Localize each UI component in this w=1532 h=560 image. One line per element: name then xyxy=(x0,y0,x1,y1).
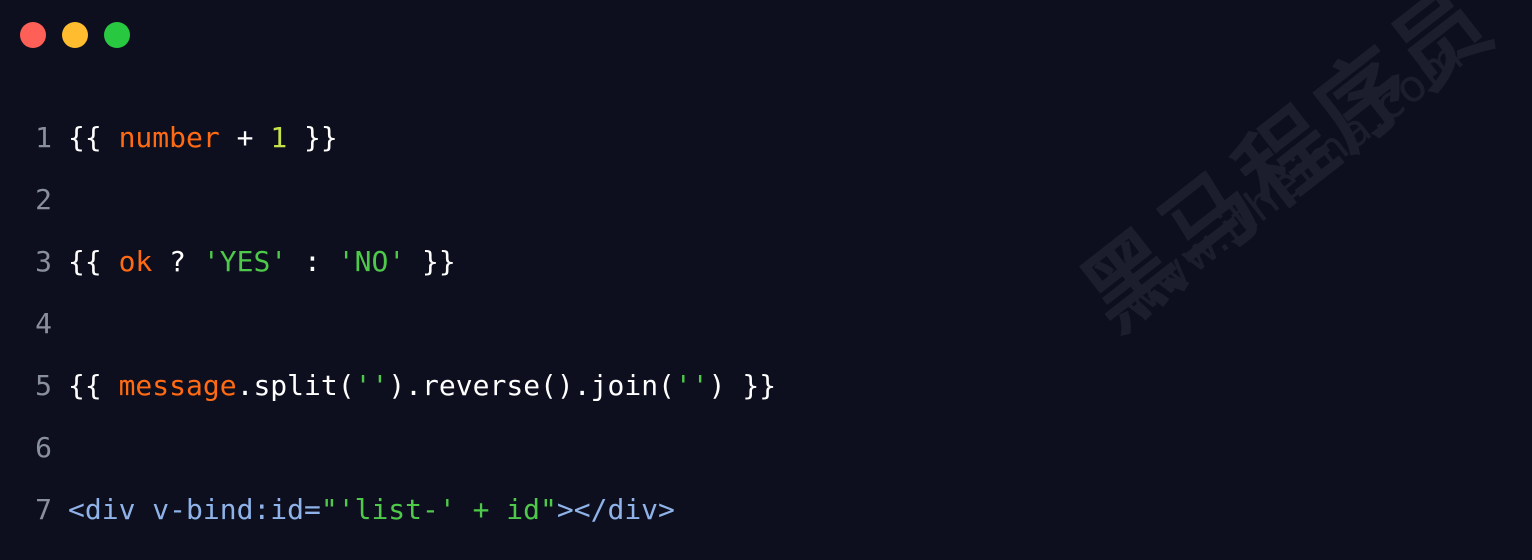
code-line: 5{{ message .split('').reverse().join('')… xyxy=(0,354,776,416)
code-line: 3 {{ ok ? 'YES' : 'NO' }} xyxy=(0,230,776,292)
code-block: 1 {{ number + 1 }} 2 3 {{ ok ? 'YES' : 'NO' … xyxy=(0,106,776,540)
code-token: "'list-' + id" xyxy=(320,492,557,526)
watermark: 黑马程序员 www.itheima.com xyxy=(820,0,1532,520)
code-token: ok xyxy=(118,244,153,278)
code-token: ) }} xyxy=(708,368,777,402)
code-token: <div v-bind:id= xyxy=(68,492,321,526)
watermark-url-text: www.itheima.com xyxy=(1110,29,1475,331)
code-line: 7 <div v-bind:id= "'list-' + id" ></div> xyxy=(0,478,776,540)
code-token: }} xyxy=(287,120,338,154)
code-token: }} xyxy=(405,244,456,278)
code-token: .split( xyxy=(236,368,355,402)
code-token: {{ xyxy=(68,368,119,402)
line-number: 3 xyxy=(35,244,52,278)
code-token: ></div> xyxy=(556,492,675,526)
close-button[interactable] xyxy=(20,22,46,48)
line-number: 6 xyxy=(35,430,52,464)
code-token: '' xyxy=(674,368,709,402)
code-token: message xyxy=(118,368,237,402)
code-token: 'NO' xyxy=(337,244,406,278)
code-token: '' xyxy=(354,368,389,402)
line-number: 4 xyxy=(35,306,52,340)
code-token: + xyxy=(219,120,271,154)
code-token: ? xyxy=(152,244,203,278)
code-token: number xyxy=(118,120,220,154)
line-number: 5 xyxy=(35,368,52,402)
code-token: ).reverse().join( xyxy=(388,368,675,402)
code-line: 4 xyxy=(0,292,776,354)
watermark-chinese-text: 黑马程序员 xyxy=(1062,0,1515,351)
code-token: 1 xyxy=(270,120,288,154)
line-number: 7 xyxy=(35,492,52,526)
line-number: 2 xyxy=(35,182,52,216)
code-token: : xyxy=(287,244,338,278)
code-line: 6 xyxy=(0,416,776,478)
code-line: 1 {{ number + 1 }} xyxy=(0,106,776,168)
code-line: 2 xyxy=(0,168,776,230)
window-controls xyxy=(20,22,130,48)
code-token: {{ xyxy=(68,120,119,154)
maximize-button[interactable] xyxy=(104,22,130,48)
code-token: {{ xyxy=(68,244,119,278)
code-window: 黑马程序员 www.itheima.com 1 {{ number + 1 }} 2… xyxy=(0,0,1532,560)
minimize-button[interactable] xyxy=(62,22,88,48)
line-number: 1 xyxy=(35,120,52,154)
code-token: 'YES' xyxy=(202,244,288,278)
